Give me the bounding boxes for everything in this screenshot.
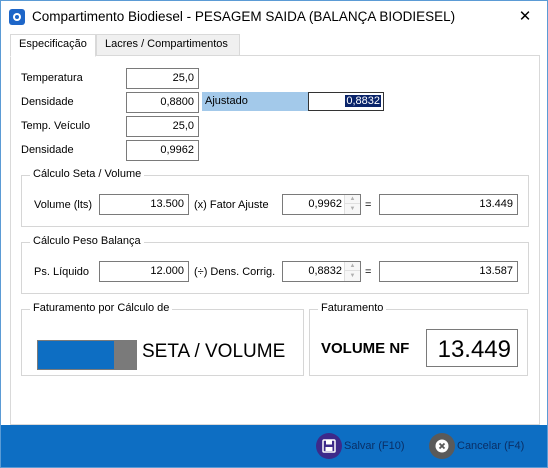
faturamento-group: Faturamento VOLUME NF 13.449	[309, 302, 528, 376]
volume-nf-label: VOLUME NF	[321, 340, 410, 357]
ajustado-field[interactable]: 0,8832	[308, 92, 384, 111]
save-label: Salvar (F10)	[344, 440, 405, 452]
densidade-veiculo-label: Densidade	[21, 144, 74, 156]
volume-nf-value: 13.449	[426, 329, 518, 367]
fator-ajuste-value: 0,9962	[308, 198, 342, 210]
faturamento-calculo-group: Faturamento por Cálculo de SETA / VOLUME	[21, 302, 304, 376]
title-bar: Compartimento Biodiesel - PESAGEM SAIDA …	[1, 1, 547, 32]
chevron-up-icon[interactable]: ▲	[345, 195, 360, 204]
fator-ajuste-stepper[interactable]: 0,9962 ▲ ▼	[282, 194, 361, 215]
ajustado-label: Ajustado	[205, 95, 248, 107]
tab-especificacao[interactable]: Especificação	[10, 34, 96, 57]
close-button[interactable]: ✕	[503, 1, 547, 31]
dens-corrig-spin-buttons: ▲ ▼	[344, 262, 360, 281]
dens-corrig-label: (÷) Dens. Corrig.	[194, 266, 276, 278]
faturamento-title: Faturamento	[318, 302, 387, 314]
volume-field[interactable]: 13.500	[99, 194, 189, 215]
densidade-label: Densidade	[21, 96, 74, 108]
ajustado-value: 0,8832	[345, 95, 381, 107]
densidade-veiculo-field[interactable]: 0,9962	[126, 140, 199, 161]
densidade-field[interactable]: 0,8800	[126, 92, 199, 113]
window-title: Compartimento Biodiesel - PESAGEM SAIDA …	[32, 9, 456, 24]
chevron-up-icon[interactable]: ▲	[345, 262, 360, 271]
cancel-icon	[429, 433, 455, 459]
dialog-window: Compartimento Biodiesel - PESAGEM SAIDA …	[0, 0, 548, 468]
temperatura-field[interactable]: 25,0	[126, 68, 199, 89]
tab-lacres-compartimentos[interactable]: Lacres / Compartimentos	[96, 34, 240, 56]
footer-bar: Salvar (F10) Cancelar (F4)	[1, 425, 547, 467]
seta-result-field: 13.449	[379, 194, 518, 215]
temp-veiculo-label: Temp. Veículo	[21, 120, 91, 132]
temperatura-label: Temperatura	[21, 72, 83, 84]
cancel-button[interactable]: Cancelar (F4)	[429, 430, 524, 462]
ajustado-panel: Ajustado 0,8832	[202, 92, 384, 111]
save-icon	[316, 433, 342, 459]
app-logo-icon	[9, 9, 25, 25]
volume-label: Volume (lts)	[34, 199, 93, 211]
calculo-mode-toggle[interactable]	[37, 340, 137, 370]
fator-ajuste-label: (x) Fator Ajuste	[194, 199, 269, 211]
faturamento-calculo-title: Faturamento por Cálculo de	[30, 302, 173, 314]
dens-corrig-stepper[interactable]: 0,8832 ▲ ▼	[282, 261, 361, 282]
ps-liquido-label: Ps. Líquido	[34, 266, 90, 278]
toggle-thumb[interactable]	[114, 341, 136, 369]
chevron-down-icon[interactable]: ▼	[345, 204, 360, 213]
calculo-seta-title: Cálculo Seta / Volume	[30, 168, 145, 180]
temp-veiculo-field[interactable]: 25,0	[126, 116, 199, 137]
cancel-label: Cancelar (F4)	[457, 440, 525, 452]
dens-corrig-value: 0,8832	[308, 265, 342, 277]
ps-liquido-field[interactable]: 12.000	[99, 261, 189, 282]
fator-ajuste-spin-buttons: ▲ ▼	[344, 195, 360, 214]
peso-result-field: 13.587	[379, 261, 518, 282]
calculo-peso-title: Cálculo Peso Balança	[30, 235, 144, 247]
peso-equals-sign: =	[365, 266, 372, 278]
chevron-down-icon[interactable]: ▼	[345, 271, 360, 280]
seta-equals-sign: =	[365, 199, 372, 211]
calculo-mode-label: SETA / VOLUME	[142, 341, 286, 362]
save-button[interactable]: Salvar (F10)	[316, 430, 405, 462]
